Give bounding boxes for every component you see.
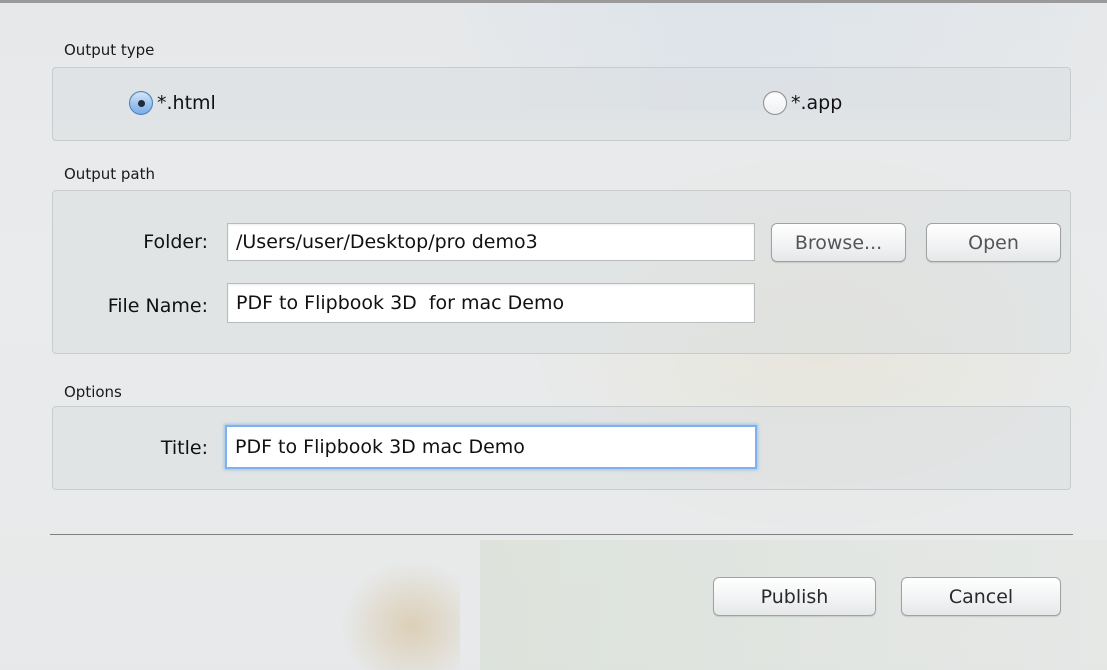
window-top-edge (0, 0, 1107, 3)
cancel-button[interactable]: Cancel (901, 577, 1061, 616)
radio-html-label[interactable]: *.html (157, 92, 216, 114)
title-input[interactable] (225, 425, 757, 469)
title-label: Title: (160, 437, 208, 459)
output-path-label: Output path (64, 165, 155, 183)
radio-html-indicator[interactable] (129, 91, 153, 115)
separator (50, 534, 1073, 535)
options-label: Options (64, 383, 122, 401)
radio-app[interactable]: *.app (763, 91, 842, 115)
options-group: Title: (52, 406, 1071, 490)
output-type-label: Output type (64, 41, 155, 59)
folder-label: Folder: (143, 231, 208, 253)
file-name-input[interactable] (227, 283, 755, 323)
output-path-group: Folder: Browse... Open File Name: (52, 190, 1071, 354)
file-name-label: File Name: (107, 295, 208, 317)
open-button[interactable]: Open (926, 223, 1061, 262)
browse-button[interactable]: Browse... (771, 223, 906, 262)
radio-app-indicator[interactable] (763, 91, 787, 115)
folder-input[interactable] (227, 223, 755, 261)
radio-app-label[interactable]: *.app (791, 92, 842, 114)
radio-html[interactable]: *.html (129, 91, 216, 115)
publish-button[interactable]: Publish (713, 577, 876, 616)
output-type-group: *.html *.app (52, 67, 1071, 141)
